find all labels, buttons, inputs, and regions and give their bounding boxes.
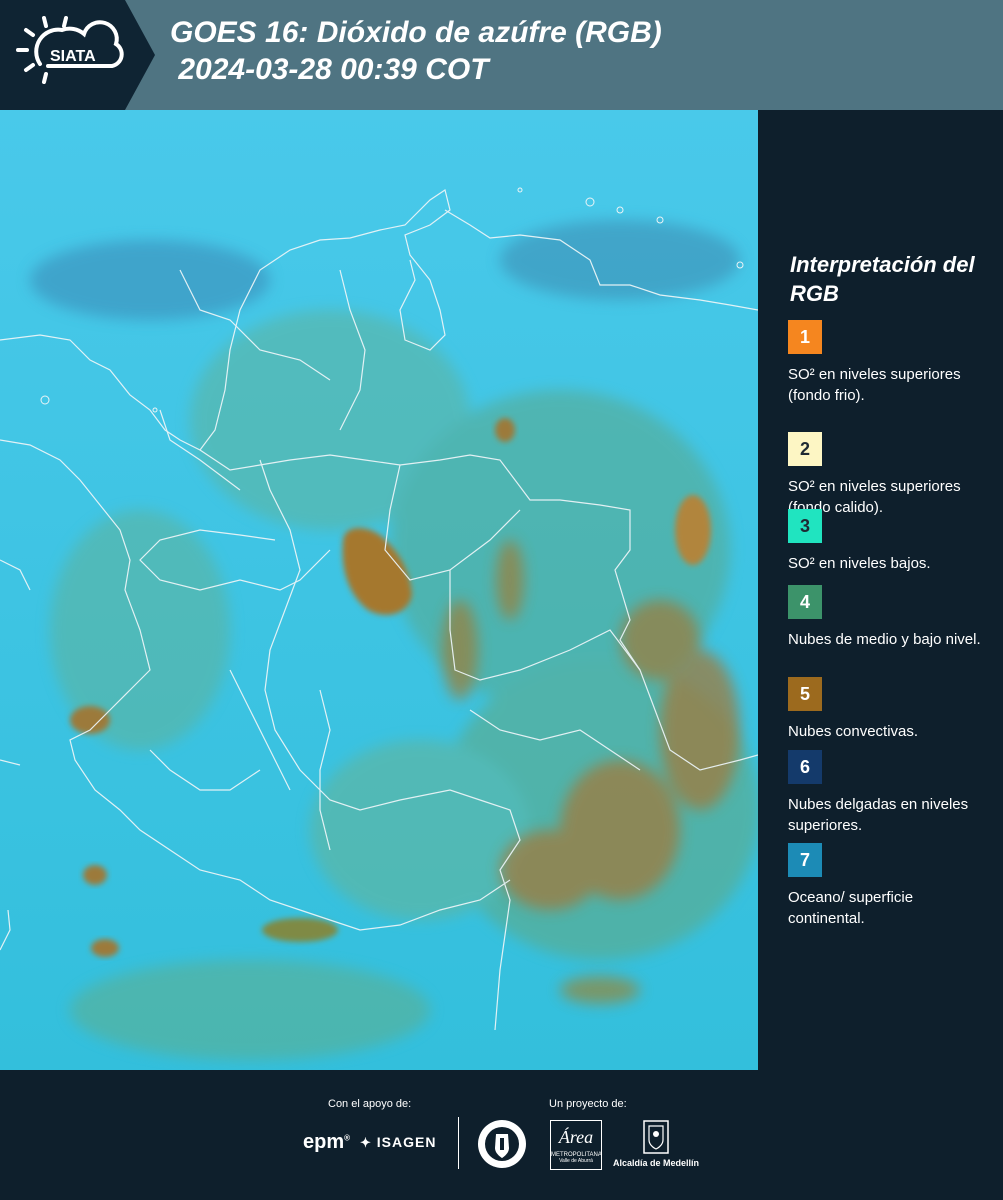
legend-swatch: 7	[788, 843, 822, 877]
map-canvas	[0, 110, 758, 1070]
header-bar: SIATA GOES 16: Dióxido de azúfre (RGB) 2…	[0, 0, 1003, 110]
page-title: GOES 16: Dióxido de azúfre (RGB) 2024-03…	[170, 14, 662, 88]
alcaldia-label: Alcaldía de Medellín	[613, 1158, 700, 1168]
legend-swatch: 1	[788, 320, 822, 354]
area-metropolitana-logo: Área METROPOLITANA Valle de Aburrá	[550, 1120, 602, 1170]
legend-panel: Interpretación del RGB 1 SO² en niveles s…	[758, 110, 1003, 1070]
legend-item-label: SO² en niveles superiores (fondo frio).	[788, 366, 961, 404]
legend-swatch: 2	[788, 432, 822, 466]
isagen-logo-text: ISAGEN	[376, 1134, 437, 1150]
isagen-logo: ✦ ISAGEN	[360, 1134, 436, 1151]
area-title: Área	[558, 1127, 594, 1147]
alcaldia-crest-icon	[643, 1120, 669, 1154]
legend-swatch: 3	[788, 509, 822, 543]
siata-logo: SIATA	[0, 0, 155, 110]
legend-item-label: Nubes convectivas.	[788, 723, 919, 740]
satellite-map[interactable]	[0, 110, 758, 1070]
isagen-icon: ✦	[360, 1135, 372, 1150]
legend-item-label: SO² en niveles bajos.	[788, 555, 931, 572]
support-label: Con el apoyo de:	[328, 1098, 412, 1110]
legend-item-label: Oceano/ superficie continental.	[788, 889, 914, 927]
epm-logo-text: epm	[303, 1131, 345, 1153]
legend-item-1: 1 SO² en niveles superiores (fondo frio).	[788, 320, 993, 406]
logo-text: SIATA	[50, 48, 96, 65]
area-sub2: Valle de Aburrá	[559, 1158, 593, 1164]
legend-item-3: 3 SO² en niveles bajos.	[788, 509, 993, 574]
legend-item-2: 2 SO² en niveles superiores (fondo calido…	[788, 432, 993, 518]
project-label: Un proyecto de:	[549, 1098, 627, 1110]
title-line-1: GOES 16: Dióxido de azúfre (RGB)	[170, 16, 662, 49]
medellin-seal-icon	[478, 1120, 526, 1168]
legend-item-6: 6 Nubes delgadas en niveles superiores.	[788, 750, 993, 836]
legend-item-5: 5 Nubes convectivas.	[788, 677, 993, 742]
epm-logo: epm®	[303, 1131, 351, 1153]
footer-divider	[458, 1117, 459, 1169]
legend-title: Interpretación del RGB	[790, 252, 975, 306]
legend-item-4: 4 Nubes de medio y bajo nivel.	[788, 585, 993, 650]
footer: Con el apoyo de: Un proyecto de: epm® ✦ …	[0, 1070, 1003, 1200]
legend-swatch: 4	[788, 585, 822, 619]
legend-swatch: 5	[788, 677, 822, 711]
legend-swatch: 6	[788, 750, 822, 784]
title-line-2: 2024-03-28 00:39 COT	[170, 53, 489, 86]
legend-item-label: Nubes de medio y bajo nivel.	[788, 631, 981, 648]
legend-item-label: Nubes delgadas en niveles superiores.	[788, 796, 969, 834]
legend-item-7: 7 Oceano/ superficie continental.	[788, 843, 993, 929]
